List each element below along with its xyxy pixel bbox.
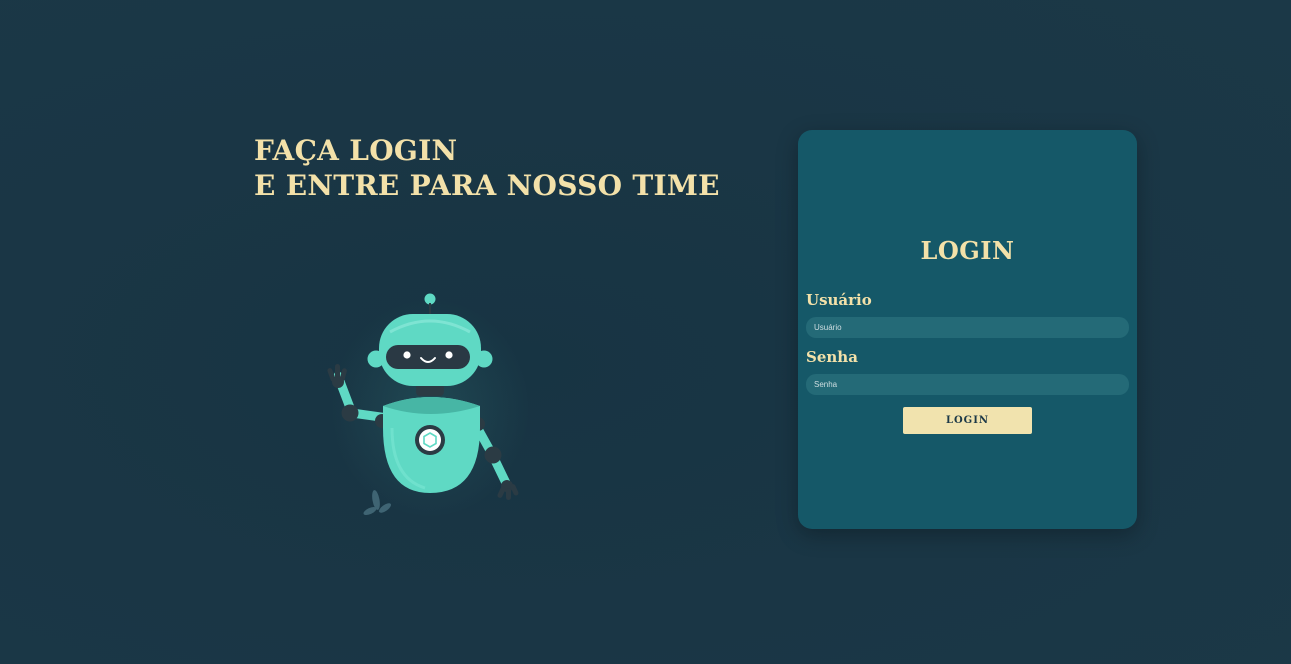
login-card: LOGIN Usuário Senha LOGIN — [798, 130, 1137, 529]
password-label: Senha — [806, 348, 858, 366]
password-input[interactable] — [806, 374, 1129, 395]
hero-headline: FAÇA LOGIN E ENTRE PARA NOSSO TIME — [254, 133, 720, 203]
login-button[interactable]: LOGIN — [903, 407, 1032, 434]
robot-icon — [327, 293, 530, 518]
hero-line-1: FAÇA LOGIN — [254, 134, 458, 167]
hero-line-2: E ENTRE PARA NOSSO TIME — [254, 169, 720, 202]
login-title: LOGIN — [920, 236, 1015, 265]
username-input[interactable] — [806, 317, 1129, 338]
username-label: Usuário — [806, 291, 872, 309]
